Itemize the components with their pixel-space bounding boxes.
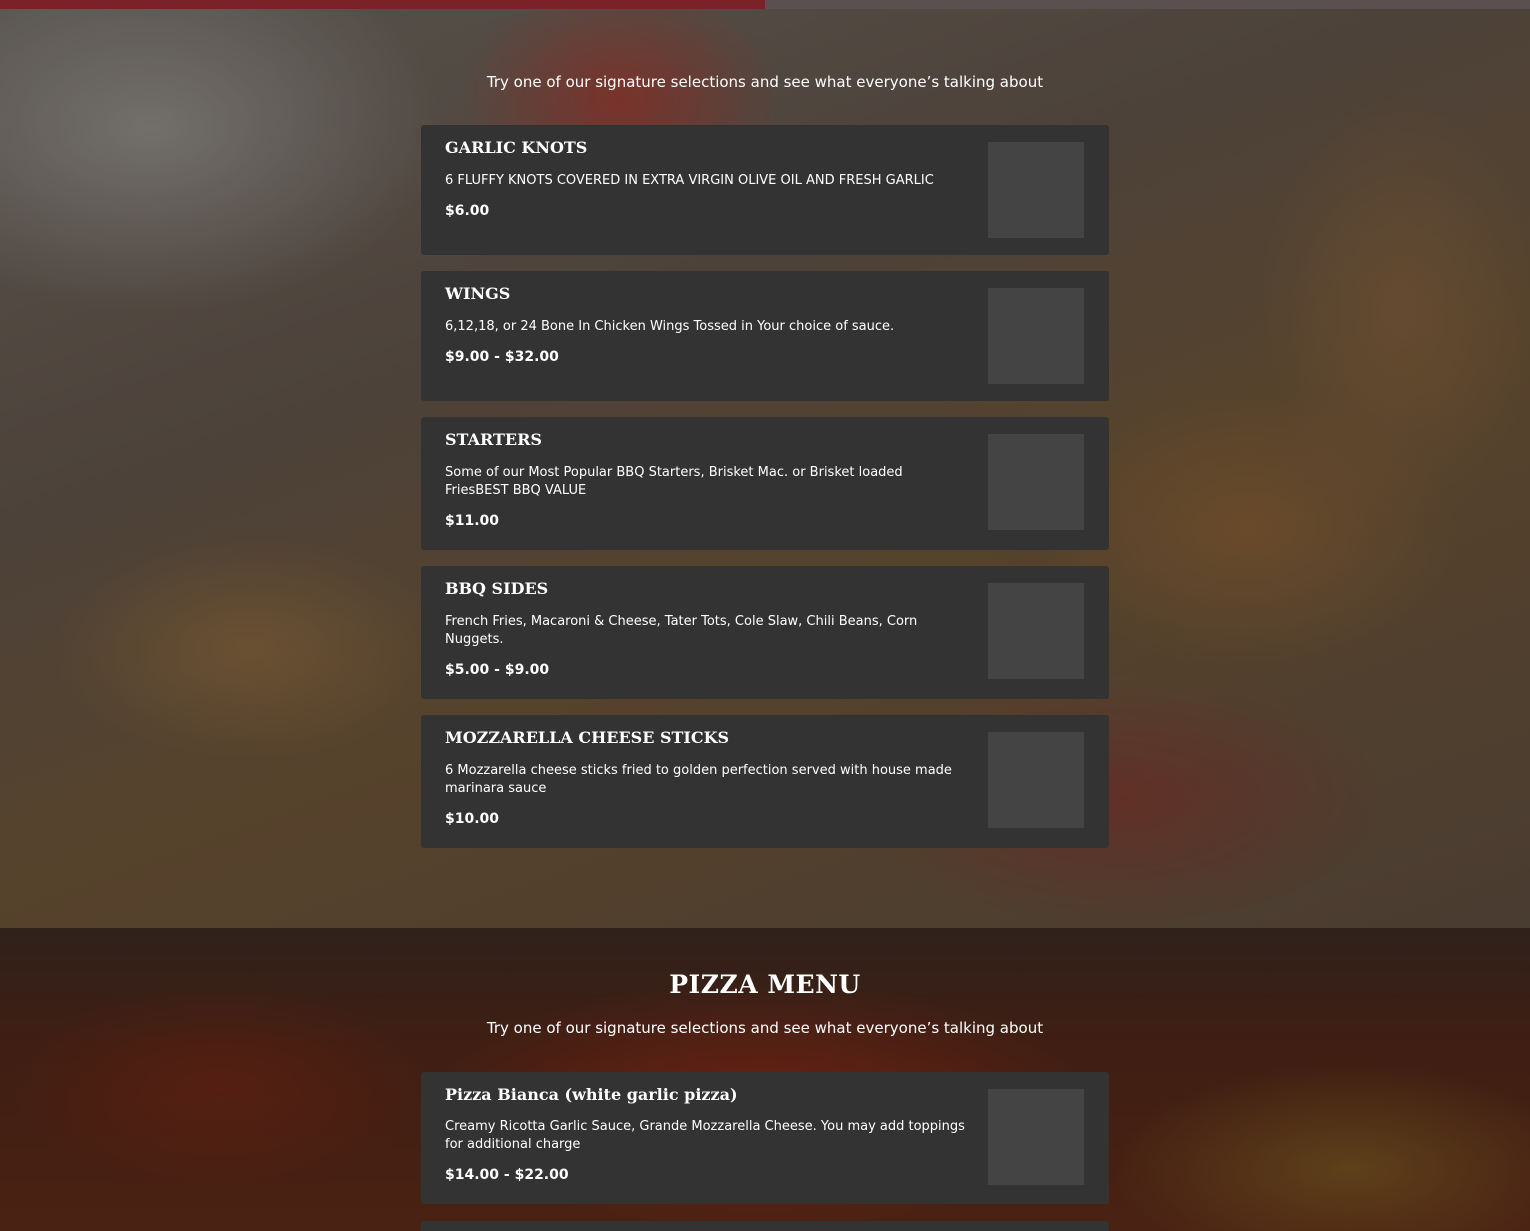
menu-item-card[interactable]: STARTERS Some of our Most Popular BBQ St…	[421, 417, 1109, 550]
menu-item-price: $10.00	[445, 811, 500, 827]
menu-item-price: $5.00 - $9.00	[445, 662, 550, 678]
scroll-progress-bar	[0, 0, 1530, 9]
menu-item-card[interactable]: WINGS 6,12,18, or 24 Bone In Chicken Win…	[421, 271, 1109, 401]
menu-item-description: French Fries, Macaroni & Cheese, Tater T…	[445, 614, 918, 647]
menu-item-description: Some of our Most Popular BBQ Starters, B…	[445, 465, 903, 498]
pizza-menu-section: PIZZA MENU Try one of our signature sele…	[0, 928, 1530, 1231]
menu-item-image-placeholder[interactable]	[988, 583, 1084, 679]
menu-item-card[interactable]: MOZZARELLA CHEESE STICKS 6 Mozzarella ch…	[421, 715, 1109, 848]
menu-item-description: 6 FLUFFY KNOTS COVERED IN EXTRA VIRGIN O…	[445, 173, 934, 188]
menu-item-name: Pizza Bianca (white garlic pizza)	[445, 1085, 738, 1104]
menu-item-price: $9.00 - $32.00	[445, 349, 559, 365]
menu-item-description: 6 Mozzarella cheese sticks fried to gold…	[445, 763, 952, 796]
menu-item-description: 6,12,18, or 24 Bone In Chicken Wings Tos…	[445, 319, 895, 334]
menu-item-name: MOZZARELLA CHEESE STICKS	[445, 728, 730, 747]
menu-item-price: $11.00	[445, 513, 500, 529]
menu-item-image-placeholder[interactable]	[988, 732, 1084, 828]
appetizers-section: Try one of our signature selections and …	[0, 9, 1530, 928]
menu-item-image-placeholder[interactable]	[988, 434, 1084, 530]
menu-item-price: $14.00 - $22.00	[445, 1167, 569, 1183]
menu-item-card[interactable]: GARLIC KNOTS 6 FLUFFY KNOTS COVERED IN E…	[421, 125, 1109, 255]
menu-item-description: Creamy Ricotta Garlic Sauce, Grande Mozz…	[445, 1119, 965, 1152]
menu-item-name: WINGS	[445, 284, 511, 303]
scroll-progress-fill	[0, 0, 765, 9]
menu-item-image-placeholder[interactable]	[988, 142, 1084, 238]
pizza-menu-title: PIZZA MENU	[669, 970, 861, 999]
appetizers-subtitle: Try one of our signature selections and …	[486, 73, 1044, 91]
menu-item-card[interactable]: Pizza Bianca (white garlic pizza) Creamy…	[421, 1072, 1109, 1204]
menu-item-image-placeholder[interactable]	[988, 288, 1084, 384]
menu-item-price: $6.00	[445, 203, 490, 219]
menu-item-card[interactable]: BBQ SIDES French Fries, Macaroni & Chees…	[421, 566, 1109, 699]
menu-item-name: STARTERS	[445, 430, 542, 449]
menu-item-card-partial[interactable]	[421, 1221, 1109, 1231]
pizza-menu-subtitle: Try one of our signature selections and …	[486, 1019, 1044, 1037]
menu-item-name: GARLIC KNOTS	[445, 138, 588, 157]
menu-item-image-placeholder[interactable]	[988, 1089, 1084, 1185]
menu-item-name: BBQ SIDES	[445, 579, 549, 598]
